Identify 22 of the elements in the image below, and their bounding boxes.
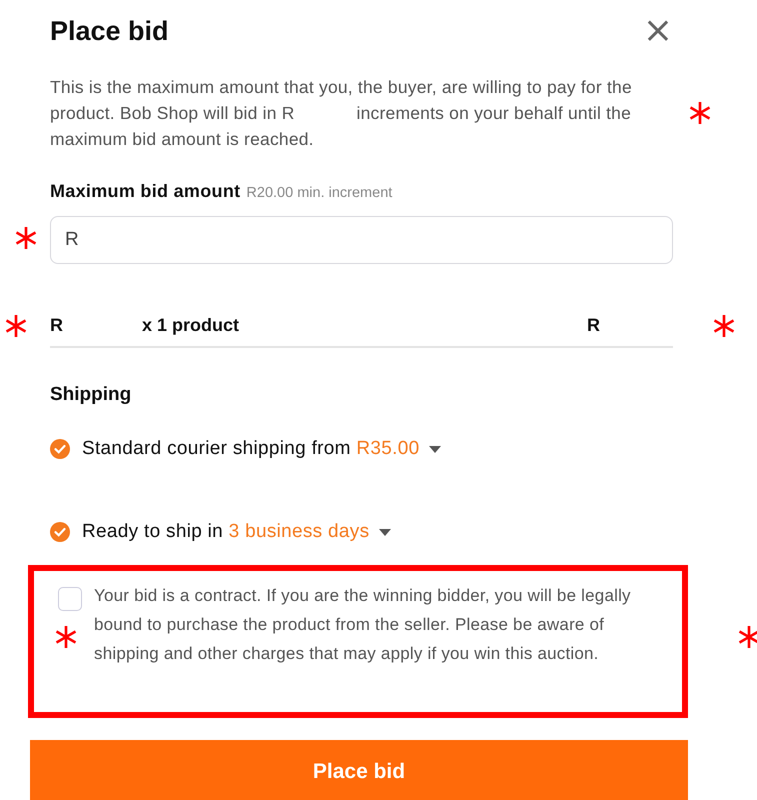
asterisk-icon <box>688 101 712 125</box>
asterisk-icon <box>4 314 28 338</box>
terms-checkbox[interactable] <box>58 587 82 611</box>
close-button[interactable]: × <box>642 13 673 49</box>
asterisk-icon <box>737 625 757 649</box>
asterisk-icon <box>54 625 78 649</box>
field-label: Maximum bid amount <box>50 181 240 202</box>
total-text: R <box>587 315 600 336</box>
caret-icon <box>429 446 442 452</box>
quantity-text: x 1 product <box>142 315 240 336</box>
dialog-title: Place bid <box>50 16 169 46</box>
asterisk-icon <box>14 226 38 250</box>
asterisk-icon <box>712 314 736 338</box>
bid-amount-field[interactable]: R <box>50 216 673 264</box>
shipping-option[interactable]: Ready to ship in 3 business days <box>82 521 370 543</box>
caret-icon <box>379 528 392 536</box>
field-hint: R20.00 min. increment <box>246 185 392 201</box>
intro-text: This is the maximum amount that you, the buyer, are willing to pay for the product. Bob Shop will bid in R increments on your behalf until the maximum bid amount is reached. <box>50 76 633 151</box>
price-text: R <box>50 315 63 336</box>
shipping-option[interactable]: Standard courier shipping from R35.00 <box>82 438 420 460</box>
terms-text: Your bid is a contract. If you are the winning bidder, you will be legally bound to purchase the product from the seller. Please be aware of shipping and other charges that may apply if you win this auction. <box>94 585 632 665</box>
shipping-heading: Shipping <box>50 384 132 406</box>
